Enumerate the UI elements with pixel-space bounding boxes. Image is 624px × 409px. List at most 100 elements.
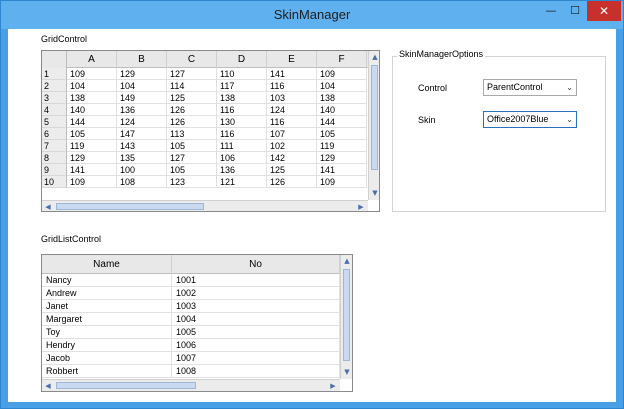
grid-cell[interactable]: 105 [317,128,367,140]
grid-cell[interactable]: 105 [67,128,117,140]
grid-row[interactable]: 6 105 147 113 116 107 105 [42,128,368,140]
grid-list-vertical-scroll-thumb[interactable] [343,269,350,361]
grid-cell[interactable]: 136 [217,164,267,176]
scroll-down-icon[interactable]: ▼ [369,187,379,199]
grid-cell[interactable]: 102 [267,140,317,152]
grid-horizontal-scrollbar[interactable]: ◀ ▶ [42,200,368,211]
grid-row[interactable]: 10 109 108 123 121 126 109 [42,176,368,188]
list-item[interactable]: Andrew 1002 [42,287,340,300]
grid-cell[interactable]: 116 [217,104,267,116]
grid-cell[interactable]: 126 [167,104,217,116]
grid-row-header[interactable]: 7 [42,140,67,152]
grid-row[interactable]: 1 109 129 127 110 141 109 [42,68,368,80]
grid-cell[interactable]: 149 [117,92,167,104]
grid-cell[interactable]: 113 [167,128,217,140]
list-item[interactable]: Toy 1005 [42,326,340,339]
grid-vertical-scrollbar[interactable]: ▲ ▼ [368,51,379,200]
grid-cell[interactable]: 127 [167,152,217,164]
list-item[interactable]: Jacob 1007 [42,352,340,365]
grid-cell[interactable]: 124 [117,116,167,128]
list-item-name[interactable]: Robbert [42,365,172,378]
list-item-no[interactable]: 1001 [172,274,340,287]
grid-row-header[interactable]: 3 [42,92,67,104]
scroll-left-icon[interactable]: ◀ [42,380,54,391]
grid-cell[interactable]: 143 [117,140,167,152]
grid-cell[interactable]: 124 [267,104,317,116]
list-item-name[interactable]: Hendry [42,339,172,352]
grid-cell[interactable]: 109 [317,68,367,80]
grid-row-header[interactable]: 10 [42,176,67,188]
chevron-down-icon[interactable]: ⌄ [566,112,573,127]
grid-cell[interactable]: 142 [267,152,317,164]
grid-corner-cell[interactable] [42,51,67,68]
grid-row-header[interactable]: 5 [42,116,67,128]
grid-cell[interactable]: 104 [117,80,167,92]
grid-row-header[interactable]: 1 [42,68,67,80]
list-item[interactable]: Margaret 1004 [42,313,340,326]
grid-column-header[interactable]: D [217,51,267,68]
title-bar[interactable]: SkinManager — ☐ ✕ [1,1,623,29]
grid-cell[interactable]: 127 [167,68,217,80]
grid-row[interactable]: 8 129 135 127 106 142 129 [42,152,368,164]
grid-list-column-header-name[interactable]: Name [42,255,172,274]
list-item[interactable]: Hendry 1006 [42,339,340,352]
scroll-up-icon[interactable]: ▲ [341,255,352,267]
grid-row-header[interactable]: 4 [42,104,67,116]
grid-cell[interactable]: 129 [67,152,117,164]
grid-cell[interactable]: 104 [317,80,367,92]
list-item-name[interactable]: Nancy [42,274,172,287]
grid-list-column-header-no[interactable]: No [172,255,340,274]
grid-cell[interactable]: 125 [167,92,217,104]
grid-cell[interactable]: 104 [67,80,117,92]
control-combobox[interactable]: ParentControl ⌄ [483,79,577,96]
grid-cell[interactable]: 117 [217,80,267,92]
scroll-right-icon[interactable]: ▶ [327,380,339,391]
grid-cell[interactable]: 126 [167,116,217,128]
list-item-no[interactable]: 1006 [172,339,340,352]
list-item[interactable]: Robbert 1008 [42,365,340,378]
scroll-down-icon[interactable]: ▼ [341,366,352,378]
grid-cell[interactable]: 110 [217,68,267,80]
grid-row-header[interactable]: 9 [42,164,67,176]
grid-cell[interactable]: 116 [217,128,267,140]
grid-horizontal-scroll-thumb[interactable] [56,203,204,210]
grid-cell[interactable]: 111 [217,140,267,152]
grid-row[interactable]: 5 144 124 126 130 116 144 [42,116,368,128]
list-item-name[interactable]: Janet [42,300,172,313]
grid-cell[interactable]: 109 [67,176,117,188]
grid-cell[interactable]: 138 [67,92,117,104]
grid-cell[interactable]: 116 [267,80,317,92]
grid-row[interactable]: 4 140 136 126 116 124 140 [42,104,368,116]
grid-row-header[interactable]: 8 [42,152,67,164]
grid-cell[interactable]: 136 [117,104,167,116]
close-button[interactable]: ✕ [587,1,621,21]
list-item[interactable]: Janet 1003 [42,300,340,313]
grid-row[interactable]: 3 138 149 125 138 103 138 [42,92,368,104]
grid-cell[interactable]: 119 [317,140,367,152]
minimize-button[interactable]: — [539,1,563,21]
grid-list-horizontal-scroll-thumb[interactable] [56,382,196,389]
grid-cell[interactable]: 144 [67,116,117,128]
grid-cell[interactable]: 116 [267,116,317,128]
grid-column-header[interactable]: A [67,51,117,68]
grid-list-vertical-scrollbar[interactable]: ▲ ▼ [340,255,352,379]
grid-cell[interactable]: 141 [267,68,317,80]
grid-cell[interactable]: 138 [217,92,267,104]
grid-cell[interactable]: 144 [317,116,367,128]
maximize-button[interactable]: ☐ [563,1,587,21]
grid-cell[interactable]: 126 [267,176,317,188]
grid-cell[interactable]: 125 [267,164,317,176]
grid-control[interactable]: A B C D E F 1 109 129 127 110 141 109 2 104 104 11… [41,50,380,212]
list-item-no[interactable]: 1004 [172,313,340,326]
grid-column-header[interactable]: E [267,51,317,68]
chevron-down-icon[interactable]: ⌄ [566,80,573,95]
list-item-no[interactable]: 1003 [172,300,340,313]
list-item-no[interactable]: 1002 [172,287,340,300]
grid-cell[interactable]: 114 [167,80,217,92]
skin-combobox[interactable]: Office2007Blue ⌄ [483,111,577,128]
grid-column-header[interactable]: B [117,51,167,68]
grid-column-header[interactable]: F [317,51,367,68]
grid-cell[interactable]: 138 [317,92,367,104]
grid-cell[interactable]: 108 [117,176,167,188]
list-item-name[interactable]: Toy [42,326,172,339]
